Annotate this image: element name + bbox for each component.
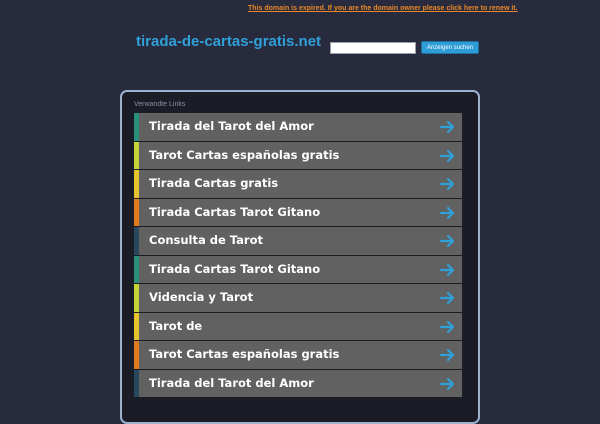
right-arrow-icon [440, 177, 455, 191]
related-links-list: Tirada del Tarot del Amor Tarot Cartas e… [123, 113, 473, 398]
right-arrow-icon [440, 291, 455, 305]
right-arrow-icon [440, 234, 455, 248]
related-link-label: Tirada Cartas Tarot Gitano [149, 261, 321, 276]
right-arrow-icon [440, 206, 455, 219]
related-link-label: Consulta de Tarot [149, 233, 263, 247]
right-arrow-icon [440, 320, 455, 333]
right-arrow-icon [440, 263, 455, 276]
search-input[interactable] [330, 42, 416, 54]
link-accent-bar [134, 113, 139, 141]
link-accent-bar [134, 198, 139, 226]
related-link-label: Tarot de [149, 318, 203, 333]
related-link-label: Tirada del Tarot del Amor [149, 375, 314, 390]
right-arrow-icon [440, 120, 455, 134]
related-links-heading: Verwandte Links [134, 101, 186, 108]
domain-expired-renew-link[interactable]: This domain is expired. If you are the d… [248, 5, 518, 12]
link-accent-bar [134, 312, 139, 340]
link-accent-bar [134, 284, 139, 312]
link-accent-bar [134, 227, 139, 255]
related-link-label: Videncia y Tarot [149, 290, 254, 304]
right-arrow-icon [440, 348, 455, 362]
link-accent-bar [134, 141, 139, 169]
related-link-label: Tarot Cartas españolas gratis [149, 147, 340, 162]
related-link-label: Tirada del Tarot del Amor [149, 119, 314, 133]
link-accent-bar [134, 369, 139, 397]
right-arrow-icon [440, 377, 455, 390]
related-link-item[interactable]: Tirada Cartas Tarot Gitano [123, 255, 473, 283]
link-accent-bar [134, 341, 139, 369]
related-link-item[interactable]: Tarot Cartas españolas gratis [123, 141, 473, 169]
right-arrow-icon [440, 149, 455, 162]
related-link-item[interactable]: Consulta de Tarot [123, 227, 473, 255]
related-link-item[interactable]: Videncia y Tarot [123, 284, 473, 312]
related-link-label: Tirada Cartas gratis [149, 176, 279, 190]
related-link-item[interactable]: Tirada del Tarot del Amor [123, 113, 473, 141]
search-ads-button[interactable]: Anzeigen suchen [421, 41, 479, 54]
link-accent-bar [134, 255, 139, 283]
related-link-label: Tarot Cartas españolas gratis [149, 347, 340, 361]
related-link-item[interactable]: Tirada del Tarot del Amor [123, 369, 473, 397]
related-link-item[interactable]: Tarot de [123, 312, 473, 340]
related-link-item[interactable]: Tirada Cartas gratis [123, 170, 473, 198]
domain-name-title: tirada-de-cartas-gratis.net [136, 33, 322, 50]
related-link-item[interactable]: Tirada Cartas Tarot Gitano [123, 198, 473, 226]
link-accent-bar [134, 170, 139, 198]
related-link-label: Tirada Cartas Tarot Gitano [149, 204, 321, 219]
related-link-item[interactable]: Tarot Cartas españolas gratis [123, 341, 473, 369]
